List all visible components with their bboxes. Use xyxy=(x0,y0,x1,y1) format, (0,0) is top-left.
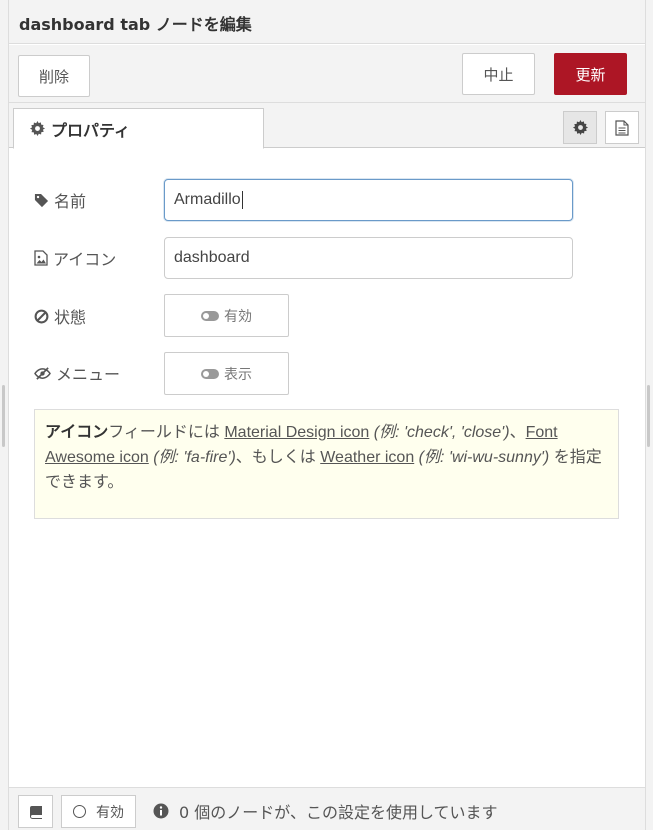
menu-toggle-label: 表示 xyxy=(224,366,252,383)
delete-button[interactable]: 削除 xyxy=(18,55,90,97)
toggle-off-icon xyxy=(201,368,219,379)
config-usage-info: 0 個のノードが、この設定を使用しています xyxy=(153,799,497,823)
menu-row: メニュー xyxy=(34,361,120,385)
update-button[interactable]: 更新 xyxy=(554,53,627,95)
state-label: 状態 xyxy=(54,308,87,327)
enable-label: 有効 xyxy=(96,804,124,821)
eye-slash-icon xyxy=(34,366,51,380)
ban-icon xyxy=(34,309,49,323)
left-resize-handle[interactable] xyxy=(2,385,5,447)
state-toggle-button[interactable]: 有効 xyxy=(164,294,289,337)
state-toggle-label: 有効 xyxy=(224,308,252,325)
usage-text: 0 個のノードが、この設定を使用しています xyxy=(179,803,498,822)
tab-properties-label: プロパティ xyxy=(51,120,131,140)
icon-label: アイコン xyxy=(53,250,117,269)
tray-title: dashboard tab ノードを編集 xyxy=(19,15,252,34)
weather-icon-link[interactable]: Weather icon xyxy=(320,449,414,466)
edit-tray: dashboard tab ノードを編集 削除 中止 更新 プロパティ 名前 A… xyxy=(8,0,646,830)
gear-icon xyxy=(30,121,45,136)
book-icon xyxy=(29,805,42,819)
tag-icon xyxy=(34,193,49,207)
radio-circle-icon xyxy=(73,805,86,818)
tip-example: (例: 'fa-fire') xyxy=(148,449,236,466)
name-input[interactable]: Armadillo xyxy=(164,179,573,221)
right-resize-handle[interactable] xyxy=(647,385,650,447)
node-description-button[interactable] xyxy=(605,111,639,144)
tip-bold: アイコン xyxy=(45,424,109,441)
enable-node-toggle[interactable]: 有効 xyxy=(61,795,136,828)
tab-properties[interactable]: プロパティ xyxy=(13,108,264,149)
tip-example: (例: 'wi-wu-sunny') xyxy=(414,449,550,466)
name-label: 名前 xyxy=(54,192,87,211)
name-input-value: Armadillo xyxy=(174,191,241,208)
menu-toggle-button[interactable]: 表示 xyxy=(164,352,289,395)
tip-text: 、 xyxy=(509,424,526,441)
tip-example: (例: 'check', 'close') xyxy=(369,424,510,441)
file-text-icon xyxy=(615,119,629,136)
icon-input-value: dashboard xyxy=(174,249,250,266)
icon-input[interactable]: dashboard xyxy=(164,237,573,279)
gear-icon xyxy=(572,120,588,135)
menu-label: メニュー xyxy=(56,365,121,384)
cancel-button[interactable]: 中止 xyxy=(462,53,535,95)
state-row: 状態 xyxy=(34,304,86,328)
tip-text: フィールドには xyxy=(108,424,225,441)
icon-help-tip: アイコンフィールドには Material Design icon (例: 'ch… xyxy=(34,409,619,519)
node-settings-button[interactable] xyxy=(563,111,597,144)
name-row: 名前 xyxy=(34,188,86,212)
tip-text: 、もしくは xyxy=(235,449,321,466)
icon-row: アイコン xyxy=(34,246,116,270)
toggle-off-icon xyxy=(201,310,219,321)
tray-toolbar: 削除 中止 更新 xyxy=(9,45,645,103)
image-icon xyxy=(34,250,48,266)
text-caret xyxy=(241,191,243,209)
tray-footer: 有効 0 個のノードが、この設定を使用しています xyxy=(9,787,645,830)
tray-header: dashboard tab ノードを編集 xyxy=(9,0,645,44)
tab-bar: プロパティ xyxy=(9,103,645,149)
material-design-link[interactable]: Material Design icon xyxy=(224,424,369,441)
info-circle-icon xyxy=(153,803,169,819)
help-book-button[interactable] xyxy=(18,795,53,828)
